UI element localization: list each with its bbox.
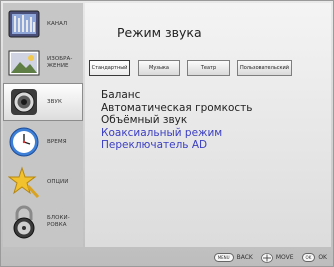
sound-options-list: Баланс Автоматическая громкость Объёмный…: [101, 89, 252, 152]
sound-mode-tabs: Стандартный Музыка Театр Пользовательски…: [89, 60, 329, 76]
option-coaxial-mode[interactable]: Коаксиальный режим: [101, 127, 252, 140]
footer-hints: MENU BACK MOVE OK OK: [3, 249, 333, 266]
ok-hint: OK OK: [301, 253, 327, 262]
sidebar-item-label: КАНАЛ: [47, 20, 68, 27]
sidebar-item-label: ИЗОБРА- ЖЕНИЕ: [47, 56, 73, 69]
speaker-icon: [7, 86, 41, 118]
sidebar-item-lock[interactable]: БЛОКИ- РОВКА: [3, 203, 83, 241]
option-ad-switch[interactable]: Переключатель AD: [101, 139, 252, 152]
menu-key: MENU: [213, 253, 234, 262]
ok-key: OK: [301, 253, 316, 262]
sidebar: КАНАЛ ИЗОБРА- ЖЕНИЕ ЗВУК ВРЕМЯ ОПЦИИ БЛО…: [3, 3, 83, 247]
tab-standard[interactable]: Стандартный: [89, 60, 130, 76]
option-auto-volume[interactable]: Автоматическая громкость: [101, 102, 252, 115]
option-balance[interactable]: Баланс: [101, 89, 252, 102]
sidebar-item-options[interactable]: ОПЦИИ: [3, 163, 83, 201]
sound-mode-panel: Режим звука Стандартный Музыка Театр Пол…: [85, 3, 331, 247]
sidebar-item-picture[interactable]: ИЗОБРА- ЖЕНИЕ: [3, 44, 83, 82]
clock-icon: [7, 126, 41, 158]
tab-theater[interactable]: Театр: [187, 60, 230, 76]
sidebar-item-channel[interactable]: КАНАЛ: [3, 5, 83, 43]
picture-icon: [7, 47, 41, 79]
sidebar-item-label: БЛОКИ- РОВКА: [47, 215, 70, 228]
tv-tuning-icon: [7, 8, 41, 40]
tab-user[interactable]: Пользовательский: [237, 60, 292, 76]
move-label: MOVE: [275, 254, 294, 261]
sidebar-item-label: ОПЦИИ: [47, 178, 69, 185]
tab-music[interactable]: Музыка: [138, 60, 180, 76]
tv-menu-frame: КАНАЛ ИЗОБРА- ЖЕНИЕ ЗВУК ВРЕМЯ ОПЦИИ БЛО…: [0, 0, 334, 267]
padlock-icon: [7, 205, 41, 239]
move-hint: MOVE: [260, 252, 294, 263]
star-icon: [7, 166, 41, 198]
sidebar-item-label: ЗВУК: [47, 98, 62, 105]
page-title: Режим звука: [117, 25, 202, 40]
ok-label: OK: [318, 254, 327, 261]
sidebar-item-sound[interactable]: ЗВУК: [3, 83, 83, 121]
dpad-icon: [260, 252, 273, 263]
sidebar-item-label: ВРЕМЯ: [47, 138, 67, 145]
sidebar-item-time[interactable]: ВРЕМЯ: [3, 123, 83, 161]
back-hint: MENU BACK: [213, 253, 253, 262]
option-surround[interactable]: Объёмный звук: [101, 114, 252, 127]
back-label: BACK: [236, 254, 253, 261]
